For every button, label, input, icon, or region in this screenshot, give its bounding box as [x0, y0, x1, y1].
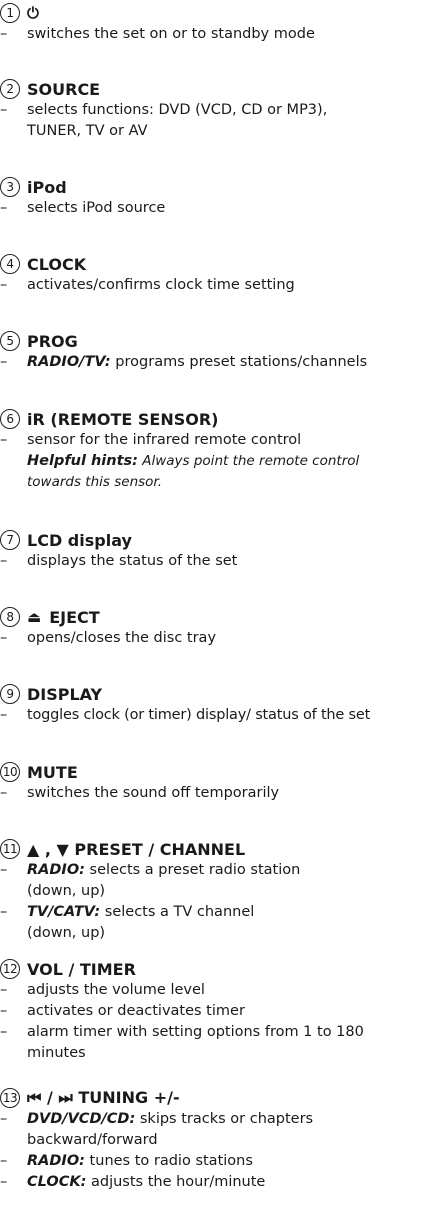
description: switches the set on or to standby mode	[27, 26, 315, 42]
item-title: EJECT	[49, 607, 100, 627]
item-power: 1 ⏻ – switches the set on or to standby mo…	[0, 3, 315, 42]
item-display: 9 DISPLAY – toggles clock (or timer) displ…	[0, 684, 371, 723]
description: selects iPod source	[27, 200, 166, 216]
item-ipod: 3 iPod – selects iPod source	[0, 177, 166, 216]
description: displays the status of the set	[27, 553, 238, 569]
mode-label: RADIO/TV:	[27, 354, 111, 370]
description-cont: TUNER, TV or AV	[27, 123, 148, 139]
item-title: CLOCK	[27, 254, 87, 274]
item-number: 1	[0, 3, 20, 23]
item-title: ▲ , ▼ PRESET / CHANNEL	[27, 839, 246, 859]
description: selects functions: DVD (VCD, CD or MP3),	[27, 102, 328, 118]
description: programs preset stations/channels	[110, 354, 368, 370]
item-title: LCD display	[27, 530, 132, 550]
mode-label: DVD/VCD/CD:	[27, 1111, 136, 1127]
item-title: iR (REMOTE SENSOR)	[27, 409, 219, 429]
item-tuning: 13 ⏮ / ⏭ TUNING +/- – DVD/VCD/CD: skips t…	[0, 1088, 314, 1190]
item-title: DISPLAY	[27, 684, 103, 704]
mode-label: RADIO:	[27, 1153, 85, 1169]
item-title: ⏮ / ⏭ TUNING +/-	[27, 1088, 180, 1107]
item-ir-sensor: 6 iR (REMOTE SENSOR) – sensor for the infr…	[0, 408, 443, 493]
description: activates/confirms clock time setting	[27, 277, 295, 293]
description: opens/closes the disc tray	[27, 630, 217, 646]
helpful-hint: Helpful hints: Always point the remote c…	[27, 453, 360, 469]
mode-label: RADIO:	[27, 862, 85, 878]
item-clock: 4 CLOCK – activates/confirms clock time se…	[0, 254, 295, 293]
item-title: SOURCE	[27, 79, 101, 99]
item-source: 2 SOURCE – selects functions: DVD (VCD, CD…	[0, 78, 443, 142]
description: toggles clock (or timer) display/ status…	[27, 707, 371, 723]
mode-label: CLOCK:	[27, 1174, 87, 1190]
item-prog: 5 PROG – RADIO/TV: programs preset station…	[0, 331, 368, 370]
item-title: PROG	[27, 331, 78, 351]
item-preset-channel: 11 ▲ , ▼ PRESET / CHANNEL – RADIO: selects…	[0, 839, 301, 941]
helpful-hint-cont: towards this sensor.	[27, 474, 163, 490]
item-title: VOL / TIMER	[27, 959, 136, 979]
item-lcd: 7 LCD display – displays the status of the…	[0, 530, 238, 569]
item-eject: 8 ⏏ EJECT – opens/closes the disc tray	[0, 607, 217, 646]
mode-label: TV/CATV:	[27, 904, 101, 920]
description: sensor for the infrared remote control	[27, 432, 302, 448]
description: switches the sound off temporarily	[27, 785, 280, 801]
power-icon: ⏻	[27, 4, 39, 22]
eject-icon: ⏏	[27, 608, 42, 626]
item-vol-timer: 12 VOL / TIMER – adjusts the volume level …	[0, 959, 364, 1061]
item-mute: 10 MUTE – switches the sound off temporari…	[0, 762, 280, 801]
item-title: iPod	[27, 177, 67, 197]
item-title: MUTE	[27, 762, 78, 782]
